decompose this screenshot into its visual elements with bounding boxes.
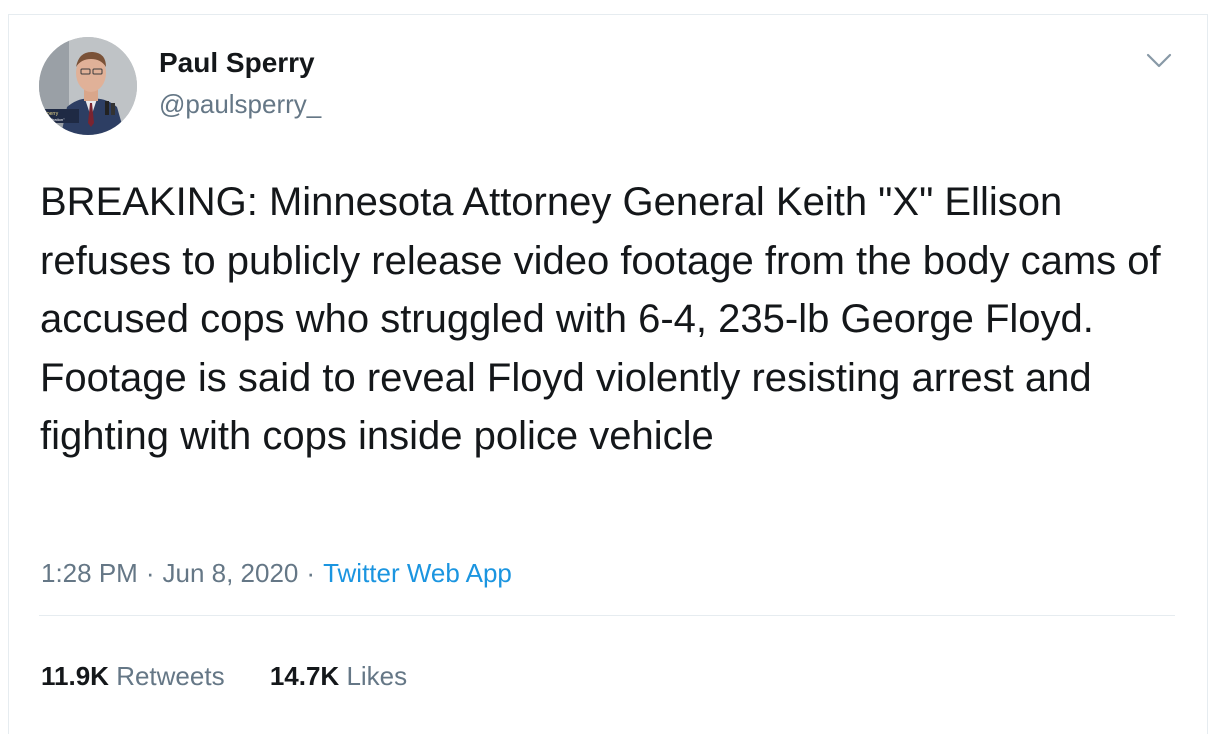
avatar[interactable]: l Sperry r, "Infiltration"	[39, 37, 137, 135]
tweet-text: BREAKING: Minnesota Attorney General Kei…	[40, 180, 1161, 458]
likes-stat[interactable]: 14.7K Likes	[270, 661, 407, 691]
avatar-photo: l Sperry r, "Infiltration"	[39, 37, 137, 135]
likes-label: Likes	[346, 661, 408, 691]
tweet-menu-button[interactable]	[1143, 49, 1175, 73]
tweet-metadata: 1:28 PM · Jun 8, 2020 · Twitter Web App	[41, 558, 512, 589]
meta-separator: ·	[306, 558, 316, 588]
retweets-label: Retweets	[116, 661, 225, 691]
meta-separator: ·	[145, 558, 155, 588]
tweet-source-link[interactable]: Twitter Web App	[323, 558, 512, 588]
likes-count: 14.7K	[269, 661, 340, 691]
tweet-stats: 11.9K Retweets 14.7K Likes	[41, 661, 445, 692]
retweets-stat[interactable]: 11.9K Retweets	[41, 661, 225, 691]
retweets-count: 11.9K	[41, 661, 109, 691]
divider	[39, 615, 1175, 616]
avatar-caption-line2: r, "Infiltration"	[41, 117, 65, 122]
user-handle[interactable]: @paulsperry_	[159, 89, 321, 120]
tweet-date[interactable]: Jun 8, 2020	[163, 558, 299, 588]
tweet-card: l Sperry r, "Infiltration" Paul Sperry @…	[8, 14, 1208, 734]
chevron-down-icon	[1146, 53, 1172, 68]
display-name[interactable]: Paul Sperry	[159, 47, 315, 79]
tweet-time[interactable]: 1:28 PM	[41, 558, 138, 588]
